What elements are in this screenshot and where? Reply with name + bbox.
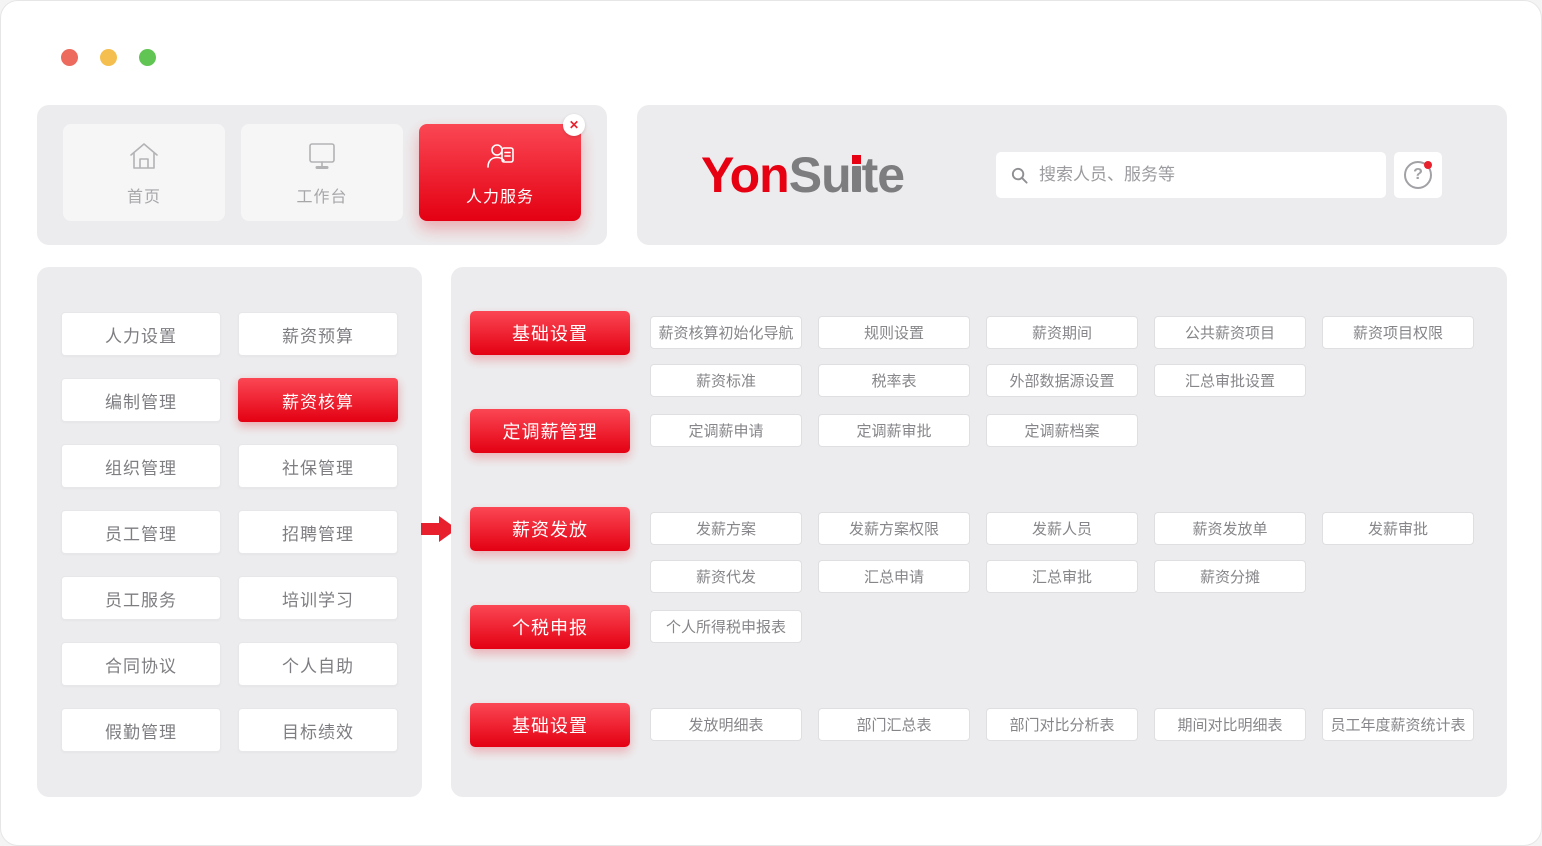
sidebar-item-performance[interactable]: 目标绩效: [238, 708, 398, 752]
menu-item-button[interactable]: 薪资项目权限: [1322, 316, 1474, 349]
help-button[interactable]: ?: [1394, 152, 1442, 198]
group-basic-setup-items: 薪资核算初始化导航 规则设置 薪资期间 公共薪资项目 薪资项目权限 薪资标准 税…: [650, 316, 1474, 397]
header-panel: YonSute ?: [637, 105, 1507, 245]
sidebar-item-staffing-mgmt[interactable]: 编制管理: [61, 378, 221, 422]
group-salary-adjustment: 定调薪管理 定调薪申请 定调薪审批 定调薪档案: [470, 409, 1474, 453]
tab-workbench[interactable]: 工作台: [241, 124, 403, 221]
search-icon: [1010, 166, 1029, 185]
sidebar-item-payroll-accounting[interactable]: 薪资核算: [238, 378, 398, 422]
tab-hr-services-label: 人力服务: [466, 183, 534, 207]
group-salary-payment-items: 发薪方案 发薪方案权限 发薪人员 薪资发放单 发薪审批 薪资代发 汇总申请 汇总…: [650, 512, 1474, 593]
sidebar-panel: 人力设置 薪资预算 编制管理 薪资核算 组织管理 社保管理 员工管理 招聘管理 …: [37, 267, 422, 797]
help-glyph: ?: [1413, 166, 1423, 184]
menu-item-button[interactable]: 定调薪申请: [650, 414, 802, 447]
minimize-window-dot[interactable]: [100, 49, 117, 66]
group-reports: 基础设置 发放明细表 部门汇总表 部门对比分析表 期间对比明细表 员工年度薪资统…: [470, 703, 1474, 747]
maximize-window-dot[interactable]: [139, 49, 156, 66]
menu-item-button[interactable]: 发放明细表: [650, 708, 802, 741]
logo-part-yon: Yon: [701, 147, 789, 203]
menu-item-button[interactable]: 税率表: [818, 364, 970, 397]
group-tax-declaration: 个税申报 个人所得税申报表: [470, 605, 1474, 649]
menu-item-button[interactable]: 部门对比分析表: [986, 708, 1138, 741]
category-tax-declaration-button[interactable]: 个税申报: [470, 605, 630, 649]
group-basic-setup: 基础设置 薪资核算初始化导航 规则设置 薪资期间 公共薪资项目 薪资项目权限 薪…: [470, 311, 1474, 397]
menu-item-button[interactable]: 公共薪资项目: [1154, 316, 1306, 349]
close-window-dot[interactable]: [61, 49, 78, 66]
menu-item-button[interactable]: 外部数据源设置: [986, 364, 1138, 397]
sidebar-item-salary-budget[interactable]: 薪资预算: [238, 312, 398, 356]
top-nav-panel: 首页 工作台 人力服务 ✕: [37, 105, 607, 245]
menu-item-button[interactable]: 个人所得税申报表: [650, 610, 802, 643]
tab-home-label: 首页: [127, 183, 161, 207]
category-salary-payment-button[interactable]: 薪资发放: [470, 507, 630, 551]
menu-item-button[interactable]: 定调薪档案: [986, 414, 1138, 447]
sidebar-item-training[interactable]: 培训学习: [238, 576, 398, 620]
menu-item-button[interactable]: 期间对比明细表: [1154, 708, 1306, 741]
menu-item-button[interactable]: 部门汇总表: [818, 708, 970, 741]
sidebar-item-employee-services[interactable]: 员工服务: [61, 576, 221, 620]
sidebar-item-attendance[interactable]: 假勤管理: [61, 708, 221, 752]
help-icon: ?: [1404, 161, 1432, 189]
search-box: [996, 152, 1386, 198]
main-panel: 基础设置 薪资核算初始化导航 规则设置 薪资期间 公共薪资项目 薪资项目权限 薪…: [451, 267, 1507, 797]
menu-item-button[interactable]: 薪资标准: [650, 364, 802, 397]
menu-item-button[interactable]: 汇总审批设置: [1154, 364, 1306, 397]
notification-dot: [1424, 161, 1432, 169]
menu-item-button[interactable]: 规则设置: [818, 316, 970, 349]
sidebar-item-social-security[interactable]: 社保管理: [238, 444, 398, 488]
window-controls: [61, 49, 156, 66]
logo-part-te: te: [862, 147, 904, 203]
sidebar-item-recruiting[interactable]: 招聘管理: [238, 510, 398, 554]
category-reports-button[interactable]: 基础设置: [470, 703, 630, 747]
yonsuite-logo: YonSute: [701, 146, 904, 204]
group-tax-declaration-items: 个人所得税申报表: [650, 610, 1474, 643]
monitor-icon: [304, 138, 340, 174]
menu-item-button[interactable]: 薪资核算初始化导航: [650, 316, 802, 349]
home-icon: [126, 138, 162, 174]
category-salary-adjustment-button[interactable]: 定调薪管理: [470, 409, 630, 453]
close-tab-icon[interactable]: ✕: [563, 114, 585, 136]
sidebar-item-contracts[interactable]: 合同协议: [61, 642, 221, 686]
menu-item-button[interactable]: 薪资期间: [986, 316, 1138, 349]
menu-item-button[interactable]: 发薪方案权限: [818, 512, 970, 545]
tab-workbench-label: 工作台: [296, 183, 347, 207]
menu-item-button[interactable]: 发薪方案: [650, 512, 802, 545]
sidebar-grid: 人力设置 薪资预算 编制管理 薪资核算 组织管理 社保管理 员工管理 招聘管理 …: [61, 312, 398, 752]
group-salary-adjustment-items: 定调薪申请 定调薪审批 定调薪档案: [650, 414, 1474, 447]
sidebar-item-self-service[interactable]: 个人自助: [238, 642, 398, 686]
menu-item-button[interactable]: 员工年度薪资统计表: [1322, 708, 1474, 741]
menu-item-button[interactable]: 发薪人员: [986, 512, 1138, 545]
menu-item-button[interactable]: 定调薪审批: [818, 414, 970, 447]
person-card-icon: [482, 138, 518, 174]
tab-home[interactable]: 首页: [63, 124, 225, 221]
search-input[interactable]: [1039, 165, 1372, 185]
menu-item-button[interactable]: 薪资代发: [650, 560, 802, 593]
sidebar-item-org-mgmt[interactable]: 组织管理: [61, 444, 221, 488]
menu-item-button[interactable]: 汇总审批: [986, 560, 1138, 593]
menu-item-button[interactable]: 发薪审批: [1322, 512, 1474, 545]
tab-hr-services[interactable]: 人力服务 ✕: [419, 124, 581, 221]
menu-item-button[interactable]: 薪资分摊: [1154, 560, 1306, 593]
app-window: 首页 工作台 人力服务 ✕ YonSute: [0, 0, 1542, 846]
group-salary-payment: 薪资发放 发薪方案 发薪方案权限 发薪人员 薪资发放单 发薪审批 薪资代发 汇总…: [470, 507, 1474, 593]
logo-letter-i: [851, 155, 862, 192]
sidebar-item-employee-mgmt[interactable]: 员工管理: [61, 510, 221, 554]
group-reports-items: 发放明细表 部门汇总表 部门对比分析表 期间对比明细表 员工年度薪资统计表: [650, 708, 1474, 741]
logo-part-su: Su: [789, 147, 851, 203]
sidebar-item-hr-setup[interactable]: 人力设置: [61, 312, 221, 356]
menu-item-button[interactable]: 汇总申请: [818, 560, 970, 593]
menu-item-button[interactable]: 薪资发放单: [1154, 512, 1306, 545]
category-basic-setup-button[interactable]: 基础设置: [470, 311, 630, 355]
